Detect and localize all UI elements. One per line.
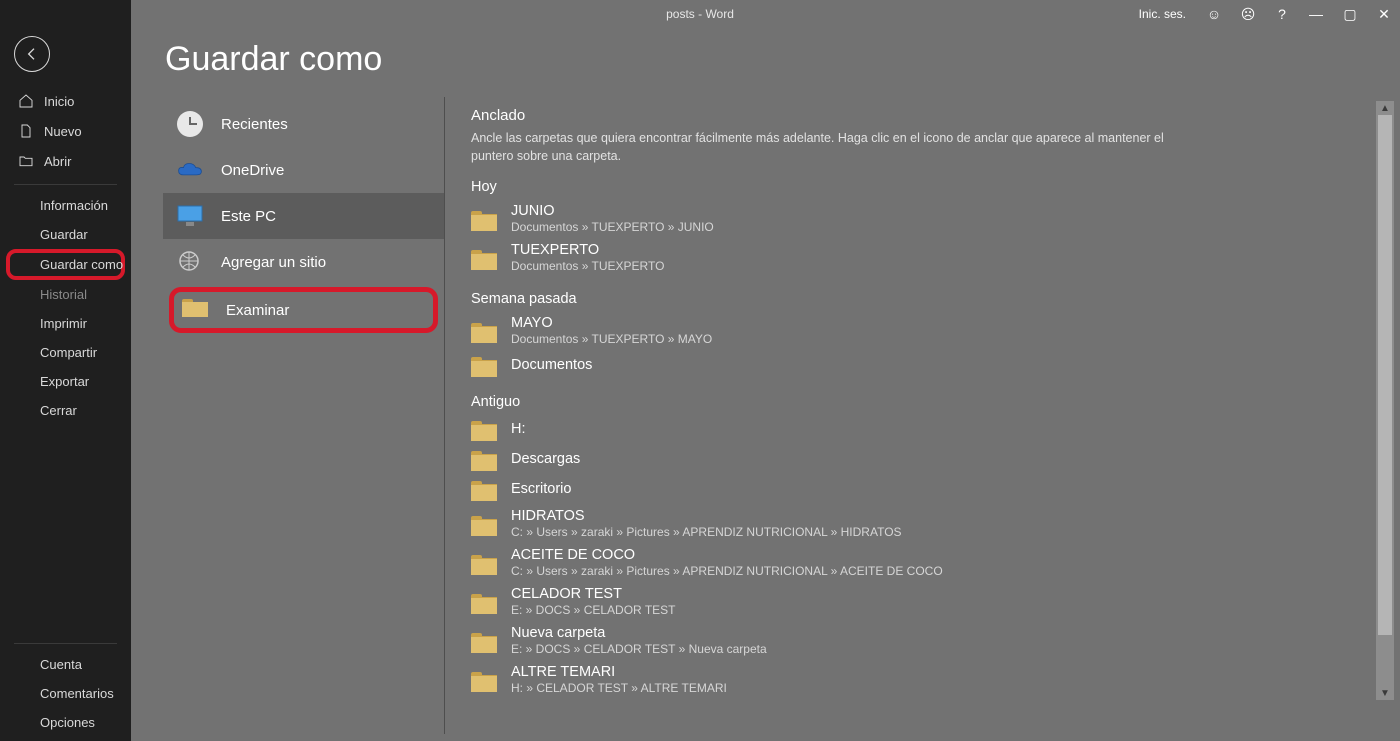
folder-row[interactable]: ALTRE TEMARIH: » CELADOR TEST » ALTRE TE… (471, 660, 1388, 699)
folder-icon (471, 247, 497, 269)
place-agregar-sitio[interactable]: Agregar un sitio (163, 239, 444, 285)
folder-row[interactable]: ACEITE DE COCOC: » Users » zaraki » Pict… (471, 543, 1388, 582)
folder-path: H: » CELADOR TEST » ALTRE TEMARI (511, 681, 727, 695)
nav-nuevo[interactable]: Nuevo (0, 116, 131, 146)
main-area: Guardar como Recientes OneDrive Este PC (131, 28, 1400, 741)
nav-cuenta[interactable]: Cuenta (0, 650, 131, 679)
sign-in-link[interactable]: Inic. ses. (1139, 7, 1186, 21)
pinned-heading: Anclado (471, 107, 1388, 124)
face-smile-icon[interactable]: ☺ (1204, 4, 1224, 24)
folder-path: E: » DOCS » CELADOR TEST » Nueva carpeta (511, 642, 767, 656)
folder-icon (471, 418, 497, 440)
nav-separator (14, 643, 117, 644)
nav-exportar[interactable]: Exportar (0, 367, 131, 396)
open-folder-icon (18, 153, 34, 169)
minimize-icon[interactable]: — (1306, 4, 1326, 24)
place-onedrive[interactable]: OneDrive (163, 147, 444, 193)
folder-icon (471, 591, 497, 613)
scrollbar[interactable]: ▲ ▼ (1376, 101, 1394, 700)
folder-icon (471, 208, 497, 230)
cloud-icon (177, 157, 203, 183)
folder-row[interactable]: CELADOR TESTE: » DOCS » CELADOR TEST (471, 582, 1388, 621)
folder-name: TUEXPERTO (511, 242, 664, 258)
new-doc-icon (18, 123, 34, 139)
clock-icon (177, 111, 203, 137)
folder-name: ACEITE DE COCO (511, 547, 943, 563)
back-button[interactable] (14, 36, 50, 72)
face-frown-icon[interactable]: ☹ (1238, 4, 1258, 24)
globe-plus-icon (177, 249, 203, 275)
nav-label: Inicio (44, 94, 74, 109)
folder-icon (471, 669, 497, 691)
folder-name: H: (511, 421, 526, 437)
folder-row[interactable]: Documentos (471, 350, 1388, 380)
folder-icon (471, 354, 497, 376)
nav-cerrar[interactable]: Cerrar (0, 396, 131, 425)
nav-abrir[interactable]: Abrir (0, 146, 131, 176)
folder-path: C: » Users » zaraki » Pictures » APRENDI… (511, 564, 943, 578)
folder-icon (471, 552, 497, 574)
folder-row[interactable]: TUEXPERTODocumentos » TUEXPERTO (471, 238, 1388, 277)
nav-historial[interactable]: Historial (0, 280, 131, 309)
folder-row[interactable]: Escritorio (471, 474, 1388, 504)
folder-row[interactable]: Descargas (471, 444, 1388, 474)
scroll-down-arrow[interactable]: ▼ (1376, 686, 1394, 700)
page-title: Guardar como (131, 28, 1400, 97)
home-icon (18, 93, 34, 109)
folder-name: ALTRE TEMARI (511, 664, 727, 680)
folder-name: Descargas (511, 451, 580, 467)
scroll-up-arrow[interactable]: ▲ (1376, 101, 1394, 115)
nav-inicio[interactable]: Inicio (0, 86, 131, 116)
places-column: Recientes OneDrive Este PC Agregar un si… (163, 97, 445, 734)
titlebar: posts - Word Inic. ses. ☺ ☹ ? — ▢ ✕ (0, 0, 1400, 28)
nav-informacion[interactable]: Información (0, 191, 131, 220)
section-label: Antiguo (471, 394, 1388, 410)
folder-icon (471, 630, 497, 652)
help-icon[interactable]: ? (1272, 4, 1292, 24)
folder-name: CELADOR TEST (511, 586, 676, 602)
folder-path: C: » Users » zaraki » Pictures » APRENDI… (511, 525, 902, 539)
folder-icon (471, 478, 497, 500)
folder-path: Documentos » TUEXPERTO (511, 259, 664, 273)
folder-path: Documentos » TUEXPERTO » MAYO (511, 332, 712, 346)
section-label: Semana pasada (471, 291, 1388, 307)
folder-row[interactable]: JUNIODocumentos » TUEXPERTO » JUNIO (471, 199, 1388, 238)
folder-name: HIDRATOS (511, 508, 902, 524)
section-label: Hoy (471, 179, 1388, 195)
nav-imprimir[interactable]: Imprimir (0, 309, 131, 338)
folder-name: Nueva carpeta (511, 625, 767, 641)
folder-list-panel: Anclado Ancle las carpetas que quiera en… (445, 97, 1400, 734)
folder-name: Escritorio (511, 481, 571, 497)
nav-compartir[interactable]: Compartir (0, 338, 131, 367)
maximize-icon[interactable]: ▢ (1340, 4, 1360, 24)
folder-row[interactable]: MAYODocumentos » TUEXPERTO » MAYO (471, 311, 1388, 350)
folder-icon (471, 448, 497, 470)
folder-path: Documentos » TUEXPERTO » JUNIO (511, 220, 714, 234)
monitor-icon (177, 203, 203, 229)
scroll-thumb[interactable] (1378, 115, 1392, 635)
folder-name: JUNIO (511, 203, 714, 219)
backstage-sidebar: Inicio Nuevo Abrir Información Guardar G… (0, 0, 131, 741)
folder-path: E: » DOCS » CELADOR TEST (511, 603, 676, 617)
nav-guardar[interactable]: Guardar (0, 220, 131, 249)
close-icon[interactable]: ✕ (1374, 4, 1394, 24)
folder-icon (471, 513, 497, 535)
folder-name: MAYO (511, 315, 712, 331)
folder-row[interactable]: H: (471, 414, 1388, 444)
nav-label: Nuevo (44, 124, 82, 139)
place-recientes[interactable]: Recientes (163, 101, 444, 147)
place-este-pc[interactable]: Este PC (163, 193, 444, 239)
folder-icon (182, 297, 208, 323)
nav-comentarios[interactable]: Comentarios (0, 679, 131, 708)
folder-row[interactable]: HIDRATOSC: » Users » zaraki » Pictures »… (471, 504, 1388, 543)
nav-separator (14, 184, 117, 185)
folder-name: Documentos (511, 357, 592, 373)
folder-icon (471, 320, 497, 342)
nav-guardar-como[interactable]: Guardar como (6, 249, 125, 280)
place-examinar[interactable]: Examinar (169, 287, 438, 333)
nav-label: Abrir (44, 154, 71, 169)
nav-opciones[interactable]: Opciones (0, 708, 131, 737)
pinned-hint: Ancle las carpetas que quiera encontrar … (471, 129, 1171, 165)
folder-row[interactable]: Nueva carpetaE: » DOCS » CELADOR TEST » … (471, 621, 1388, 660)
